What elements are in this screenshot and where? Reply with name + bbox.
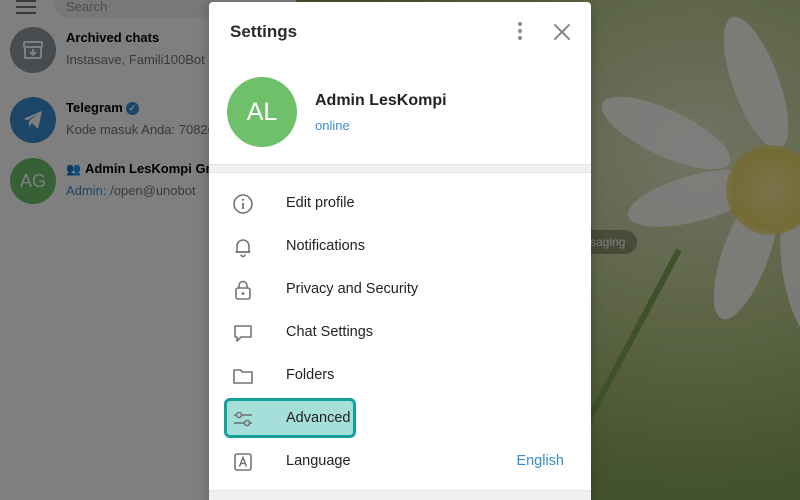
menu-item-chat-settings[interactable]: Chat Settings [209,311,591,354]
profile-section: AL Admin LesKompi online [209,62,591,164]
menu-item-label: Notifications [286,238,365,254]
menu-item-notifications[interactable]: Notifications [209,225,591,268]
language-icon [234,453,252,471]
profile-name: Admin LesKompi [315,92,447,109]
sliders-icon [234,411,252,427]
menu-item-privacy[interactable]: Privacy and Security [209,268,591,311]
menu-item-label: Chat Settings [286,324,374,340]
settings-title: Settings [230,22,298,41]
menu-item-label: Advanced [286,410,351,426]
language-value: English [516,453,564,469]
menu-item-edit-profile[interactable]: Edit profile [209,182,591,225]
close-icon[interactable] [550,20,574,44]
avatar[interactable]: AL [227,77,297,147]
settings-menu: Edit profile Notifications Privacy and S… [209,182,591,483]
folder-icon [233,369,253,384]
bell-icon [235,239,251,258]
lock-icon [235,280,251,300]
chat-bubble-icon [234,325,252,342]
menu-item-advanced[interactable]: Advanced [209,397,591,440]
settings-header: Settings [209,2,591,62]
menu-item-label: Privacy and Security [286,281,419,297]
profile-status: online [315,118,350,133]
menu-item-language[interactable]: Language English [209,440,591,483]
more-options-icon[interactable] [511,22,529,42]
section-divider [209,164,591,173]
menu-item-label: Language [286,453,351,469]
section-divider [209,490,591,500]
info-icon [233,194,253,214]
menu-item-label: Edit profile [286,195,355,211]
settings-dialog: Settings AL Admin LesKompi online Edit p… [209,2,591,500]
menu-item-folders[interactable]: Folders [209,354,591,397]
menu-item-label: Folders [286,367,335,383]
